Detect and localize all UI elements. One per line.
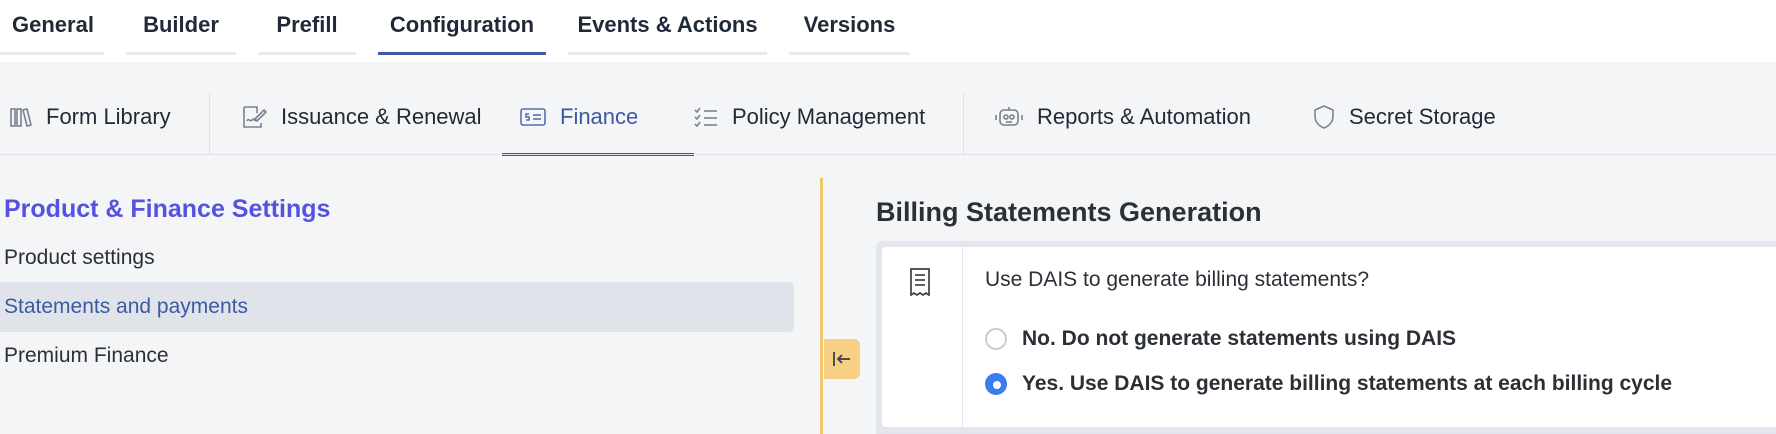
nav-finance[interactable]: Finance <box>502 86 694 156</box>
nav-label: Finance <box>560 104 639 129</box>
billing-question: Use DAIS to generate billing statements? <box>985 268 1370 291</box>
tab-builder[interactable]: Builder <box>126 0 236 55</box>
collapse-panel-button[interactable] <box>824 339 860 379</box>
receipt-icon <box>910 268 930 296</box>
active-tab-indicator <box>378 52 546 55</box>
option-no[interactable]: No. Do not generate statements using DAI… <box>985 327 1456 351</box>
tab-configuration[interactable]: Configuration <box>378 0 546 55</box>
settings-item-label: Premium Finance <box>4 344 169 367</box>
checklist-icon <box>694 107 717 128</box>
tab-label: Builder <box>143 12 219 37</box>
tab-events-actions[interactable]: Events & Actions <box>568 0 767 55</box>
nav-reports-automation[interactable]: Reports & Automation <box>995 86 1251 148</box>
nav-policy-management[interactable]: Policy Management <box>694 86 925 148</box>
collapse-left-icon <box>833 352 850 366</box>
panel-splitter[interactable] <box>820 178 823 434</box>
nav-label: Issuance & Renewal <box>281 104 482 129</box>
settings-item-product[interactable]: Product settings <box>0 233 794 283</box>
card-gutter <box>882 247 963 427</box>
nav-form-library[interactable]: Form Library <box>10 86 171 148</box>
option-yes[interactable]: Yes. Use DAIS to generate billing statem… <box>985 372 1672 396</box>
option-label: No. Do not generate statements using DAI… <box>1022 327 1457 350</box>
dollar-bill-icon <box>520 108 546 126</box>
nav-divider <box>209 92 210 154</box>
nav-label: Form Library <box>46 104 171 129</box>
settings-item-label: Statements and payments <box>4 295 248 318</box>
signed-document-icon <box>243 106 267 128</box>
tab-label: Events & Actions <box>577 12 758 37</box>
nav-bottom-border <box>0 154 1776 155</box>
tab-label: Versions <box>803 12 896 37</box>
settings-item-premium-finance[interactable]: Premium Finance <box>0 331 794 381</box>
books-icon <box>10 108 32 127</box>
nav-issuance-renewal[interactable]: Issuance & Renewal <box>241 86 482 148</box>
billing-section-title: Billing Statements Generation <box>876 197 1262 227</box>
tab-label: General <box>12 12 94 37</box>
tab-versions[interactable]: Versions <box>789 0 910 55</box>
nav-label: Reports & Automation <box>1037 104 1252 129</box>
nav-divider <box>963 92 964 154</box>
settings-item-statements[interactable]: Statements and payments <box>0 282 794 332</box>
option-label: Yes. Use DAIS to generate billing statem… <box>1022 372 1673 395</box>
tab-general[interactable]: General <box>0 0 104 55</box>
shield-icon <box>1314 105 1334 129</box>
nav-label: Secret Storage <box>1349 104 1496 129</box>
nav-label: Policy Management <box>732 104 926 129</box>
robot-icon <box>995 107 1023 126</box>
settings-section-title: Product & Finance Settings <box>4 195 331 223</box>
top-tab-bar: General Builder Prefill Configuration Ev… <box>0 0 1776 62</box>
tab-label: Configuration <box>389 12 535 37</box>
radio-no[interactable] <box>985 328 1007 350</box>
settings-item-label: Product settings <box>4 246 155 269</box>
tab-label: Prefill <box>276 12 338 37</box>
nav-secret-storage[interactable]: Secret Storage <box>1313 86 1496 148</box>
section-nav: Form Library Issuance & Renewal Finance … <box>0 86 1776 156</box>
radio-yes[interactable] <box>985 373 1007 395</box>
tab-prefill[interactable]: Prefill <box>258 0 356 55</box>
billing-card: Use DAIS to generate billing statements?… <box>882 247 1776 427</box>
